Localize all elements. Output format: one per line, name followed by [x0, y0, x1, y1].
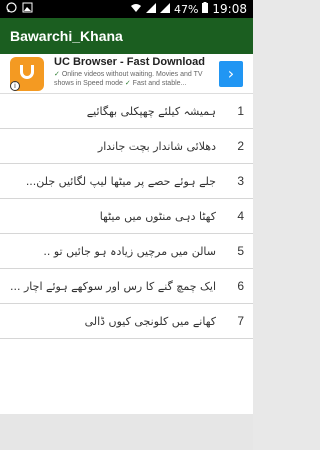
signal-icon — [159, 2, 170, 16]
clock: 19:08 — [212, 2, 247, 16]
list-item-number: 4 — [237, 209, 244, 223]
footer-area — [0, 414, 253, 450]
list-item-number: 6 — [237, 279, 244, 293]
battery-icon — [202, 2, 209, 16]
list-item[interactable]: جلے ہوئے حصے پر میٹھا لیپ لگائیں جلن... … — [0, 164, 253, 199]
image-icon — [22, 2, 33, 16]
list-item-title: سالن میں مرچیں زیادہ ہو جائیں تو .. — [43, 244, 216, 258]
check-icon: ✓ — [124, 80, 131, 87]
signal-icon — [145, 2, 156, 16]
list-item-number: 7 — [237, 314, 244, 328]
ad-info-icon[interactable]: i — [10, 81, 20, 91]
list-item[interactable]: ایک چمچ گنے کا رس اور سوکھے ہوئے اچار ..… — [0, 269, 253, 304]
app-title: Bawarchi_Khana — [10, 28, 123, 44]
list-item[interactable]: ہمیشہ کیلئے چھپکلی بھگائیے 1 — [0, 94, 253, 129]
ad-description: ✓ Online videos without waiting. Movies … — [54, 71, 203, 87]
check-icon: ✓ — [54, 71, 60, 78]
list-item[interactable]: دھلائی شاندار بچت جاندار 2 — [0, 129, 253, 164]
app-bar: Bawarchi_Khana — [0, 18, 253, 54]
uc-browser-logo: i — [10, 57, 44, 91]
status-bar: 47% 19:08 — [0, 0, 253, 18]
list-item-title: جلے ہوئے حصے پر میٹھا لیپ لگائیں جلن... — [25, 174, 216, 188]
list-item-number: 2 — [237, 139, 244, 153]
ad-banner[interactable]: i UC Browser - Fast Download ✓ Online vi… — [0, 54, 253, 94]
list-item-number: 1 — [237, 104, 244, 118]
wifi-icon — [130, 3, 142, 16]
ad-title: UC Browser - Fast Download — [54, 56, 205, 68]
list-item-number: 3 — [237, 174, 244, 188]
whatsapp-icon — [6, 2, 17, 16]
list-item[interactable]: کھانے میں کلونجی کیوں ڈالی 7 — [0, 304, 253, 339]
list-item-title: کھٹا دہی منٹوں میں میٹھا — [99, 209, 216, 223]
battery-percent: 47% — [173, 2, 199, 16]
list-item-title: دھلائی شاندار بچت جاندار — [97, 139, 216, 153]
ad-open-button[interactable]: › — [219, 61, 243, 87]
list-item-number: 5 — [237, 244, 244, 258]
list-item[interactable]: کھٹا دہی منٹوں میں میٹھا 4 — [0, 199, 253, 234]
recipe-list: ہمیشہ کیلئے چھپکلی بھگائیے 1 دھلائی شاند… — [0, 94, 253, 414]
list-item[interactable]: سالن میں مرچیں زیادہ ہو جائیں تو .. 5 — [0, 234, 253, 269]
list-item-title: ہمیشہ کیلئے چھپکلی بھگائیے — [86, 104, 216, 118]
list-item-title: کھانے میں کلونجی کیوں ڈالی — [84, 314, 216, 328]
list-item-title: ایک چمچ گنے کا رس اور سوکھے ہوئے اچار ..… — [10, 279, 216, 293]
